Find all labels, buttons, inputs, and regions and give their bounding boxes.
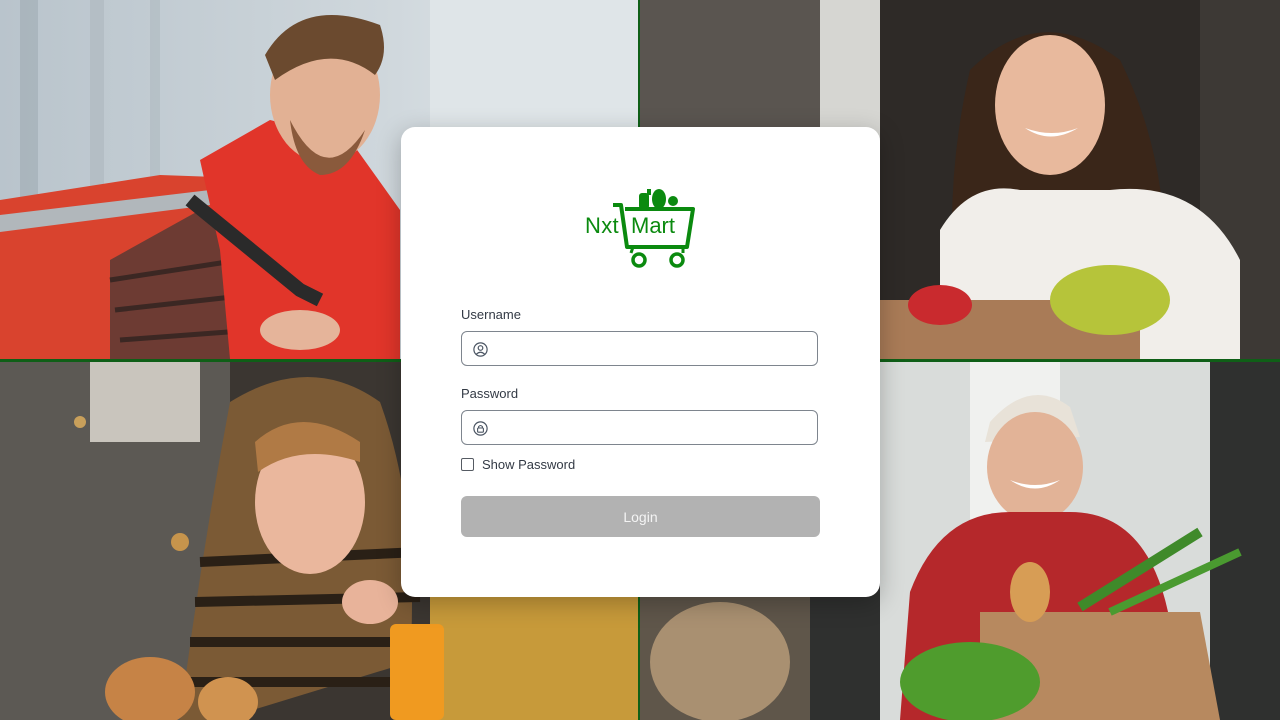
- show-password-toggle[interactable]: Show Password: [461, 457, 575, 472]
- password-field[interactable]: [461, 410, 818, 446]
- username-field[interactable]: [461, 331, 818, 367]
- user-icon: [473, 342, 488, 357]
- password-label: Password: [461, 386, 519, 401]
- login-card: Nxt Mart Username Password Show Password…: [401, 127, 880, 597]
- login-button[interactable]: Login: [461, 496, 820, 537]
- username-input[interactable]: [494, 332, 813, 367]
- show-password-label: Show Password: [482, 457, 576, 472]
- show-password-checkbox[interactable]: [461, 458, 474, 471]
- username-label: Username: [461, 307, 521, 322]
- logo-text-right: Mart: [631, 213, 675, 238]
- logo-text-left: Nxt: [585, 213, 619, 238]
- lock-icon: [473, 421, 488, 436]
- nxtmart-logo: Nxt Mart: [583, 187, 699, 269]
- password-input[interactable]: [494, 411, 813, 446]
